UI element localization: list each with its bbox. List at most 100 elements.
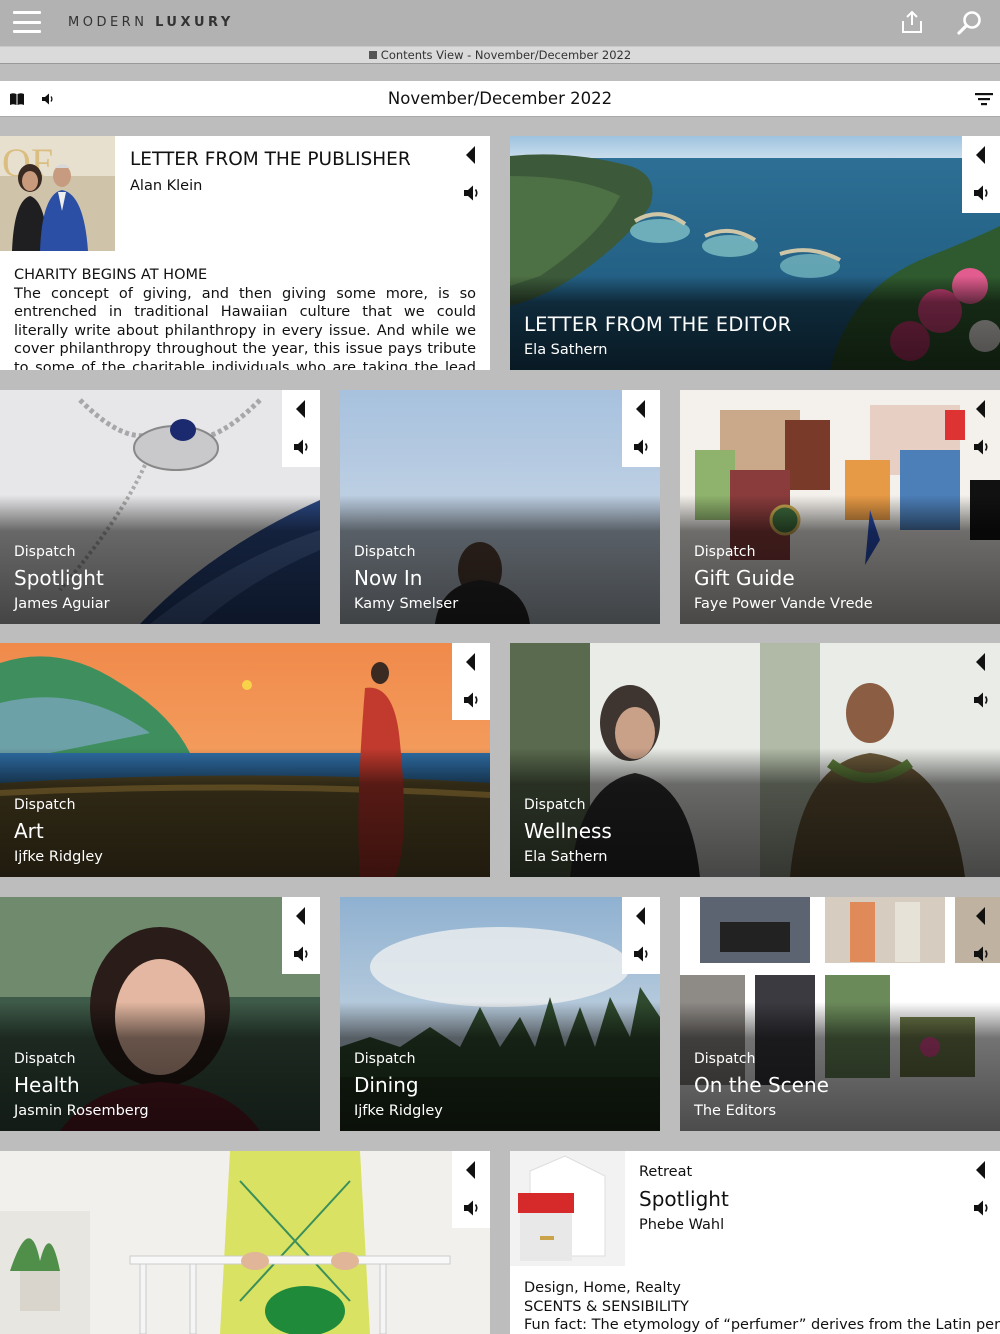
retreat-excerpt-text: Fun fact: The etymology of “perfumer” de… <box>524 1317 1000 1333</box>
article-title: Gift Guide <box>694 566 795 590</box>
publisher-letter-card[interactable]: OF LETTER FROM THE PUBLISHER Alan Klein … <box>0 136 490 370</box>
play-icon[interactable] <box>976 907 985 925</box>
issue-title: November/December 2022 <box>387 89 613 108</box>
speaker-icon[interactable] <box>633 438 651 456</box>
retreat-excerpt: Design, Home, Realty SCENTS & SENSIBILIT… <box>524 1279 1000 1334</box>
search-icon[interactable] <box>956 9 984 37</box>
article-card-health[interactable]: Dispatch Health Jasmin Rosemberg <box>0 897 320 1131</box>
article-section: Dispatch <box>694 1051 756 1067</box>
article-card-wellness[interactable]: Dispatch Wellness Ela Sathern <box>510 643 1000 877</box>
article-overlay: Dispatch Art Ijfke Ridgley <box>14 797 103 865</box>
retreat-section: Retreat <box>639 1164 693 1180</box>
share-icon[interactable] <box>899 9 925 35</box>
speaker-icon[interactable] <box>293 438 311 456</box>
publisher-author: Alan Klein <box>130 178 203 194</box>
play-icon[interactable] <box>466 653 475 671</box>
speaker-icon[interactable] <box>293 945 311 963</box>
speaker-icon[interactable] <box>973 184 991 202</box>
article-title: Art <box>14 819 44 843</box>
play-icon[interactable] <box>296 907 305 925</box>
article-title: Dining <box>354 1073 419 1097</box>
article-section: Dispatch <box>14 797 76 813</box>
publisher-kicker: CHARITY BEGINS AT HOME <box>14 267 208 283</box>
document-icon <box>368 51 377 59</box>
editor-overlay: LETTER FROM THE EDITOR Ela Sathern <box>524 313 791 358</box>
article-controls <box>282 390 320 467</box>
article-author: Kamy Smelser <box>354 596 459 612</box>
speaker-icon[interactable] <box>463 184 481 202</box>
article-controls <box>962 390 1000 467</box>
article-card-art[interactable]: Dispatch Art Ijfke Ridgley <box>0 643 490 877</box>
play-icon[interactable] <box>466 1161 475 1179</box>
retreat-author: Phebe Wahl <box>639 1217 725 1233</box>
play-icon[interactable] <box>466 146 475 164</box>
hamburger-menu-icon[interactable] <box>13 11 41 33</box>
article-card-spotlight[interactable]: Dispatch Spotlight James Aguiar <box>0 390 320 624</box>
article-card-gift-guide[interactable]: Dispatch Gift Guide Faye Power Vande Vre… <box>680 390 1000 624</box>
editor-title: LETTER FROM THE EDITOR <box>524 313 792 336</box>
speaker-icon[interactable] <box>633 945 651 963</box>
speaker-icon[interactable] <box>973 1199 991 1217</box>
article-author: Ijfke Ridgley <box>14 849 103 865</box>
editor-controls <box>962 136 1000 213</box>
retreat-tags: Design, Home, Realty <box>524 1280 681 1296</box>
play-icon[interactable] <box>976 146 985 164</box>
play-icon[interactable] <box>976 653 985 671</box>
candle-photo <box>510 1151 625 1266</box>
article-controls <box>622 897 660 974</box>
article-card-dining[interactable]: Dispatch Dining Ijfke Ridgley <box>340 897 660 1131</box>
filter-icon[interactable] <box>975 92 993 106</box>
article-card-on-the-scene[interactable]: Dispatch On the Scene The Editors <box>680 897 1000 1131</box>
issue-bar: November/December 2022 <box>0 81 1000 117</box>
publisher-photo: OF <box>0 136 115 251</box>
article-controls <box>282 897 320 974</box>
article-section: Dispatch <box>694 544 756 560</box>
article-controls <box>962 643 1000 720</box>
article-title: Wellness <box>524 819 612 843</box>
play-icon[interactable] <box>636 907 645 925</box>
speaker-icon[interactable] <box>463 691 481 709</box>
editor-letter-card[interactable]: LETTER FROM THE EDITOR Ela Sathern <box>510 136 1000 370</box>
subbar-label: Contents View - November/December 2022 <box>380 48 632 62</box>
article-controls <box>962 897 1000 974</box>
article-overlay: Dispatch Wellness Ela Sathern <box>524 797 612 865</box>
play-icon[interactable] <box>976 400 985 418</box>
article-card-fashion-image[interactable] <box>0 1151 490 1334</box>
article-author: Jasmin Rosemberg <box>14 1103 149 1119</box>
article-overlay: Dispatch On the Scene The Editors <box>694 1051 829 1119</box>
speaker-icon[interactable] <box>973 438 991 456</box>
article-author: The Editors <box>694 1103 777 1119</box>
modern-luxury-logo: MODERN LUXURY <box>68 15 234 30</box>
article-overlay: Dispatch Now In Kamy Smelser <box>354 544 458 612</box>
publisher-title: LETTER FROM THE PUBLISHER <box>130 149 411 170</box>
publisher-excerpt: CHARITY BEGINS AT HOME The concept of gi… <box>14 266 476 370</box>
speaker-icon[interactable] <box>973 945 991 963</box>
play-icon[interactable] <box>976 1161 985 1179</box>
article-author: Ela Sathern <box>524 849 608 865</box>
play-icon[interactable] <box>296 400 305 418</box>
article-section: Dispatch <box>354 544 416 560</box>
article-section: Dispatch <box>14 544 76 560</box>
article-overlay: Dispatch Health Jasmin Rosemberg <box>14 1051 149 1119</box>
top-bar: MODERN LUXURY <box>0 0 1000 46</box>
article-title: On the Scene <box>694 1073 829 1097</box>
article-controls <box>452 643 490 720</box>
editor-author: Ela Sathern <box>524 342 608 358</box>
speaker-icon[interactable] <box>463 1199 481 1217</box>
article-title: Spotlight <box>14 566 104 590</box>
speaker-icon[interactable] <box>973 691 991 709</box>
article-section: Dispatch <box>524 797 586 813</box>
retreat-controls <box>962 1151 1000 1228</box>
article-overlay: Dispatch Dining Ijfke Ridgley <box>354 1051 443 1119</box>
nursery-photo <box>0 1151 490 1334</box>
retreat-spotlight-card[interactable]: Retreat Spotlight Phebe Wahl Design, Hom… <box>510 1151 1000 1334</box>
publisher-excerpt-text: The concept of giving, and then giving s… <box>14 285 476 371</box>
article-section: Dispatch <box>354 1051 416 1067</box>
article-title: Health <box>14 1073 80 1097</box>
play-icon[interactable] <box>636 400 645 418</box>
article-author: James Aguiar <box>14 596 110 612</box>
contents-view-bar: Contents View - November/December 2022 <box>0 46 1000 64</box>
retreat-title: Spotlight <box>639 1187 729 1211</box>
article-overlay: Dispatch Gift Guide Faye Power Vande Vre… <box>694 544 873 612</box>
article-card-now-in[interactable]: Dispatch Now In Kamy Smelser <box>340 390 660 624</box>
